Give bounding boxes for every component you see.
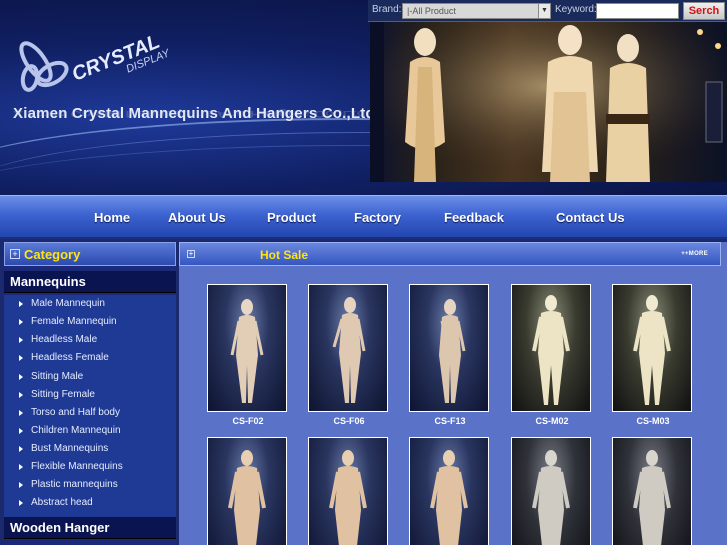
product-card[interactable]: [207, 437, 287, 545]
menu-item-children-mannequin[interactable]: Children Mannequin: [4, 423, 176, 441]
arrow-right-icon: [19, 410, 23, 416]
arrow-right-icon: [19, 374, 23, 380]
product-code[interactable]: CS-F13: [410, 416, 490, 426]
company-name-reflection: Xiamen Crystal Mannequins And Hangers Co…: [13, 108, 366, 119]
nav-product[interactable]: Product: [267, 210, 316, 225]
arrow-right-icon: [19, 319, 23, 325]
category-title: Category: [24, 247, 81, 262]
arrow-right-icon: [19, 500, 23, 506]
banner-mannequin-photo: [370, 22, 727, 182]
menu-item-torso-half-body[interactable]: Torso and Half body: [4, 405, 176, 423]
product-card[interactable]: [409, 437, 489, 545]
brand-select[interactable]: |-All Product ▼: [402, 3, 551, 19]
arrow-right-icon: [19, 446, 23, 452]
product-code[interactable]: CS-M02: [512, 416, 592, 426]
more-link[interactable]: ++MORE: [681, 251, 708, 257]
hot-sale-title: Hot Sale: [260, 248, 309, 262]
arrow-right-icon: [19, 337, 23, 343]
brand-label: Brand:: [372, 4, 402, 15]
wooden-hanger-title: Wooden Hanger: [10, 520, 110, 535]
product-code[interactable]: CS-F06: [309, 416, 389, 426]
keyword-label: Keyword:: [555, 4, 597, 15]
product-code[interactable]: CS-M03: [613, 416, 693, 426]
product-image[interactable]: [512, 438, 590, 545]
search-bar: Brand: |-All Product ▼ Keyword: Serch: [368, 0, 727, 22]
product-image[interactable]: [613, 285, 691, 411]
brand-select-value: |-All Product: [407, 6, 456, 16]
search-button[interactable]: Serch: [683, 2, 725, 20]
product-image[interactable]: [613, 438, 691, 545]
product-image[interactable]: [410, 438, 488, 545]
dropdown-arrow-icon[interactable]: ▼: [538, 4, 550, 18]
menu-item-sitting-female[interactable]: Sitting Female: [4, 387, 176, 405]
menu-item-bust-mannequins[interactable]: Bust Mannequins: [4, 441, 176, 459]
product-image[interactable]: [208, 285, 286, 411]
product-image[interactable]: [309, 438, 387, 545]
product-card[interactable]: CS-M03: [612, 284, 692, 426]
menu-item-female-mannequin[interactable]: Female Mannequin: [4, 314, 176, 332]
keyword-input[interactable]: [596, 3, 679, 19]
menu-item-sitting-male[interactable]: Sitting Male: [4, 369, 176, 387]
product-card[interactable]: CS-F13: [409, 284, 489, 426]
product-card[interactable]: [612, 437, 692, 545]
arrow-right-icon: [19, 355, 23, 361]
arrow-right-icon: [19, 482, 23, 488]
plus-icon: +: [187, 249, 195, 258]
product-card[interactable]: CS-F06: [308, 284, 388, 426]
menu-item-male-mannequin[interactable]: Male Mannequin: [4, 296, 176, 314]
category-header: + Category: [4, 242, 176, 266]
product-image[interactable]: [208, 438, 286, 545]
product-card[interactable]: [308, 437, 388, 545]
wooden-hanger-section-header[interactable]: Wooden Hanger: [4, 517, 176, 539]
nav-about-us[interactable]: About Us: [168, 210, 226, 225]
arrow-right-icon: [19, 392, 23, 398]
product-card[interactable]: [511, 437, 591, 545]
menu-item-headless-female[interactable]: Headless Female: [4, 350, 176, 368]
arrow-right-icon: [19, 464, 23, 470]
nav-contact-us[interactable]: Contact Us: [556, 210, 625, 225]
product-card[interactable]: CS-M02: [511, 284, 591, 426]
page: CRYSTAL DISPLAY Xiamen Crystal Mannequin…: [0, 0, 727, 545]
menu-item-abstract-head[interactable]: Abstract head: [4, 495, 176, 513]
plus-icon: +: [10, 249, 20, 259]
product-image[interactable]: [309, 285, 387, 411]
nav-home[interactable]: Home: [94, 210, 130, 225]
mannequins-section-header[interactable]: Mannequins: [4, 271, 176, 293]
menu-item-flexible-mannequins[interactable]: Flexible Mannequins: [4, 459, 176, 477]
mannequin-menu: Male Mannequin Female Mannequin Headless…: [4, 295, 176, 517]
mannequins-title: Mannequins: [10, 274, 86, 289]
product-card[interactable]: CS-F02: [207, 284, 287, 426]
nav-feedback[interactable]: Feedback: [444, 210, 504, 225]
product-code[interactable]: CS-F02: [208, 416, 288, 426]
crystal-logo[interactable]: CRYSTAL DISPLAY: [16, 22, 196, 94]
product-image[interactable]: [512, 285, 590, 411]
product-image[interactable]: [410, 285, 488, 411]
category-sidebar: + Category Mannequins Male Mannequin Fem…: [4, 242, 176, 545]
main-nav: Home About Us Product Factory Feedback C…: [0, 195, 727, 239]
hot-sale-panel: + Hot Sale ++MORE CS-F02 CS-F06 CS-F13 C…: [179, 242, 727, 545]
nav-factory[interactable]: Factory: [354, 210, 401, 225]
arrow-right-icon: [19, 428, 23, 434]
arrow-right-icon: [19, 301, 23, 307]
header-banner: CRYSTAL DISPLAY Xiamen Crystal Mannequin…: [0, 0, 727, 195]
hot-sale-header: + Hot Sale ++MORE: [179, 242, 721, 266]
menu-item-headless-male[interactable]: Headless Male: [4, 332, 176, 350]
menu-item-plastic-mannequins[interactable]: Plastic mannequins: [4, 477, 176, 495]
